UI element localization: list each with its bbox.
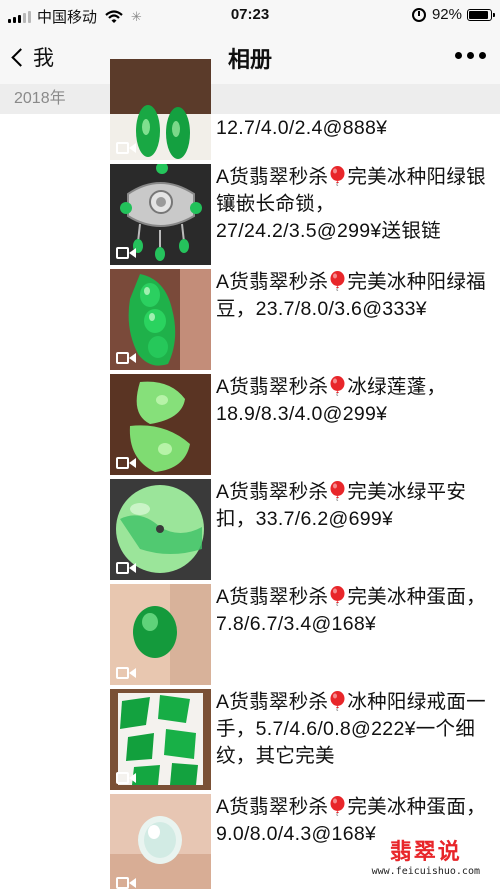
jade-thumbnail-lucky-beans[interactable] [110,269,211,370]
caption-prefix: A货翡翠秒杀 [216,376,329,398]
album-item[interactable]: 12.7/4.0/2.4@888¥ [0,59,500,164]
jade-thumbnail-cabochon[interactable] [110,584,211,685]
battery-level [469,10,489,19]
red-balloon-icon [330,376,345,396]
jade-thumbnail-pendant-pair[interactable] [110,59,211,160]
red-balloon-icon [330,691,345,711]
battery-icon [467,8,495,21]
item-caption: A货翡翠秒杀 完美冰种蛋面，7.8/6.7/3.4@168¥ [216,584,500,638]
more-dots-icon[interactable] [455,52,486,59]
red-balloon-icon [330,586,345,606]
video-icon [116,246,138,260]
item-caption: A货翡翠秒杀 完美冰绿平安扣，33.7/6.2@699¥ [216,479,500,533]
jade-thumbnail-ice-cabochon[interactable] [110,794,211,889]
alarm-clock-icon [411,7,426,22]
red-balloon-icon [330,796,345,816]
video-icon [116,771,138,785]
caption-prefix: A货翡翠秒杀 [216,691,329,713]
watermark-url: www.feicuishuo.com [371,866,480,877]
caption-prefix: A货翡翠秒杀 [216,271,329,293]
item-caption: 12.7/4.0/2.4@888¥ [216,115,500,142]
caption-prefix: A货翡翠秒杀 [216,166,329,188]
video-icon [116,456,138,470]
album-item[interactable]: A货翡翠秒杀 冰绿莲蓬，18.9/8.3/4.0@299¥ [0,374,500,479]
video-icon [116,876,138,889]
item-caption: A货翡翠秒杀 完美冰种阳绿福豆，23.7/8.0/3.6@333¥ [216,269,500,323]
album-item[interactable]: A货翡翠秒杀 完美冰种阳绿福豆，23.7/8.0/3.6@333¥ [0,269,500,374]
red-balloon-icon [330,271,345,291]
jade-thumbnail-ring-faces[interactable] [110,689,211,790]
album-item[interactable]: A货翡翠秒杀 完美冰种阳绿银镶嵌长命锁，27/24.2/3.5@299¥送银链 [0,164,500,269]
caption-text: 12.7/4.0/2.4@888¥ [216,117,388,139]
caption-prefix: A货翡翠秒杀 [216,586,329,608]
item-caption: A货翡翠秒杀 完美冰种阳绿银镶嵌长命锁，27/24.2/3.5@299¥送银链 [216,164,500,245]
album-item[interactable]: A货翡翠秒杀 冰种阳绿戒面一手，5.7/4.6/0.8@222¥一个细纹，其它完美 [0,689,500,794]
caption-prefix: A货翡翠秒杀 [216,481,329,503]
item-caption: A货翡翠秒杀 冰绿莲蓬，18.9/8.3/4.0@299¥ [216,374,500,428]
status-bar: 中国移动 ✳ 07:23 92% [0,0,500,30]
watermark-title: 翡翠说 [389,839,462,864]
caption-prefix: A货翡翠秒杀 [216,796,329,818]
item-caption: A货翡翠秒杀 冰种阳绿戒面一手，5.7/4.6/0.8@222¥一个细纹，其它完美 [216,689,500,770]
red-balloon-icon [330,166,345,186]
video-icon [116,141,138,155]
jade-thumbnail-safety-buckle[interactable] [110,479,211,580]
album-item[interactable]: A货翡翠秒杀 完美冰绿平安扣，33.7/6.2@699¥ [0,479,500,584]
jade-thumbnail-silver-lock[interactable] [110,164,211,265]
video-icon [116,666,138,680]
jade-thumbnail-lotus-pods[interactable] [110,374,211,475]
video-icon [116,561,138,575]
battery-percent: 92% [431,6,462,23]
red-balloon-icon [330,481,345,501]
watermark: 翡翠说 www.feicuishuo.com [372,834,480,877]
video-icon [116,351,138,365]
album-item[interactable]: A货翡翠秒杀 完美冰种蛋面，7.8/6.7/3.4@168¥ [0,584,500,689]
status-right: 92% [411,6,495,23]
